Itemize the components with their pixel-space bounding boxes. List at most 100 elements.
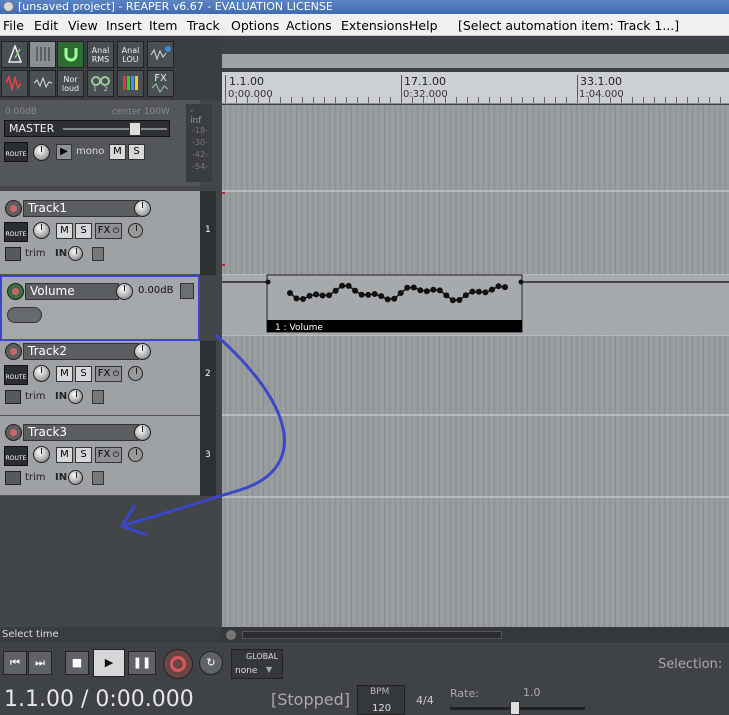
time-signature[interactable]: 4/4 <box>416 694 434 707</box>
scroll-thumb[interactable] <box>242 631 502 639</box>
track1-input-dropdown[interactable] <box>68 246 83 261</box>
master-name: MASTER <box>9 122 55 135</box>
waveform-icon[interactable] <box>29 70 56 97</box>
menu-track[interactable]: Track <box>187 18 220 33</box>
scroll-left-icon[interactable] <box>226 630 236 640</box>
track3-route-button[interactable]: ROUTE <box>4 446 28 466</box>
master-volume-slider[interactable] <box>63 128 167 130</box>
menu-help[interactable]: Help <box>409 18 438 33</box>
track3-record-arm-button[interactable] <box>5 424 22 441</box>
track3-name-field[interactable]: Track3 <box>23 424 139 441</box>
track1-volume-knob[interactable] <box>134 200 151 217</box>
track3-env-gear-icon[interactable] <box>128 447 143 462</box>
go-to-start-icon[interactable]: ⏮ <box>3 651 27 675</box>
track2-record-arm-button[interactable] <box>5 343 22 360</box>
metronome-icon[interactable] <box>1 41 28 68</box>
anal-rms-button[interactable]: Anal RMS <box>87 41 114 68</box>
snap-magnet-icon[interactable] <box>57 41 84 68</box>
track1-pan-knob[interactable] <box>33 222 50 239</box>
track1-fx-label: FX <box>97 225 111 236</box>
stop-button[interactable]: ■ <box>65 651 89 675</box>
track3-solo-button[interactable]: S <box>75 447 92 463</box>
track1-panel[interactable]: Track1 ROUTE M S FX ⏻ trim IN <box>0 191 200 275</box>
time-ruler[interactable]: 1.1.00 0:00.000 17.1.00 0:32.000 33.1.00… <box>222 54 729 104</box>
rate-label: Rate: <box>450 687 479 700</box>
master-name-box[interactable]: MASTER <box>4 120 170 137</box>
track2-fx-button[interactable]: FX ⏻ <box>95 366 122 382</box>
automation-mode-box[interactable]: GLOBAL none ▼ <box>231 649 283 679</box>
envelope-settings-icon[interactable] <box>7 307 42 323</box>
menu-options[interactable]: Options <box>231 18 279 33</box>
track3-input-dropdown[interactable] <box>68 470 83 485</box>
track3-volume-knob[interactable] <box>134 424 151 441</box>
horizontal-scrollbar[interactable] <box>222 627 729 643</box>
master-play-icon[interactable]: ▶ <box>56 144 72 160</box>
menu-item[interactable]: Item <box>149 18 177 33</box>
repeat-icon[interactable]: ↻ <box>199 651 223 675</box>
envelope-value-knob[interactable] <box>116 283 133 300</box>
track2-input-dropdown[interactable] <box>68 389 83 404</box>
track3-phase-icon[interactable] <box>92 471 104 485</box>
play-button[interactable]: ▶ <box>93 649 125 677</box>
envelope-point <box>456 296 463 303</box>
track2-solo-button[interactable]: S <box>75 366 92 382</box>
normalize-loudness-button[interactable]: Nor loud <box>57 70 84 97</box>
record-waveform-icon[interactable] <box>1 70 28 97</box>
menu-view[interactable]: View <box>68 18 98 33</box>
color-bars-icon[interactable] <box>117 70 144 97</box>
arrange-view[interactable]: 1 : Volume <box>222 105 729 627</box>
track1-phase-icon[interactable] <box>92 247 104 261</box>
rate-slider-thumb[interactable] <box>510 701 520 715</box>
track1-mute-button[interactable]: M <box>56 223 73 239</box>
track1-record-arm-button[interactable] <box>5 200 22 217</box>
menu-file[interactable]: File <box>3 18 24 33</box>
track2-name-field[interactable]: Track2 <box>23 343 139 360</box>
track2-trim-icon[interactable] <box>5 390 21 404</box>
vertical-zoom-bar[interactable] <box>222 54 729 68</box>
track3-panel[interactable]: Track3 ROUTE M S FX ⏻ trim IN <box>0 416 200 496</box>
track2-volume-knob[interactable] <box>134 343 151 360</box>
track2-pan-knob[interactable] <box>33 365 50 382</box>
envelope-name-field[interactable]: Volume <box>25 283 119 300</box>
master-track-panel[interactable]: 0.00dB center 100W MASTER ROUTE ▶ mono M… <box>0 100 212 186</box>
envelope-arm-button[interactable] <box>7 283 24 300</box>
track2-phase-icon[interactable] <box>92 390 104 404</box>
menu-extensions[interactable]: Extensions <box>341 18 409 33</box>
track1-name-field[interactable]: Track1 <box>23 200 139 217</box>
menu-insert[interactable]: Insert <box>106 18 142 33</box>
waveform-info-icon[interactable] <box>147 41 174 68</box>
record-button[interactable] <box>163 649 193 679</box>
track3-mute-button[interactable]: M <box>56 447 73 463</box>
master-volume-slider-thumb[interactable] <box>129 122 141 136</box>
track2-env-gear-icon[interactable] <box>128 366 143 381</box>
anal-lou-button[interactable]: Anal LOU <box>117 41 144 68</box>
track1-trim-icon[interactable] <box>5 247 21 261</box>
master-route-button[interactable]: ROUTE <box>4 142 28 162</box>
track1-env-gear-icon[interactable] <box>128 223 143 238</box>
track2-mute-button[interactable]: M <box>56 366 73 382</box>
fx-chain-button[interactable]: FX <box>147 70 174 97</box>
track1-solo-button[interactable]: S <box>75 223 92 239</box>
bpm-box[interactable]: BPM 120 <box>357 685 405 715</box>
track1-fx-button[interactable]: FX ⏻ <box>95 223 122 239</box>
menu-actions[interactable]: Actions <box>286 18 332 33</box>
track2-route-button[interactable]: ROUTE <box>4 365 28 385</box>
volume-envelope-panel[interactable]: Volume 0.00dB <box>0 275 200 341</box>
window-title: [unsaved project] - REAPER v6.67 - EVALU… <box>18 0 333 13</box>
track3-pan-knob[interactable] <box>33 446 50 463</box>
master-mute-button[interactable]: M <box>109 144 126 160</box>
pause-button[interactable]: ❚❚ <box>128 651 156 675</box>
track2-panel[interactable]: Track2 ROUTE M S FX ⏻ trim IN <box>0 341 200 416</box>
go-to-end-icon[interactable]: ⏭ <box>28 651 52 675</box>
loop-icon[interactable]: 12 <box>87 70 114 97</box>
master-pan-knob[interactable] <box>33 144 50 161</box>
track3-trim-icon[interactable] <box>5 471 21 485</box>
grid-icon[interactable] <box>29 41 56 68</box>
track3-fx-button[interactable]: FX ⏻ <box>95 447 122 463</box>
envelope-bypass-icon[interactable] <box>180 283 194 299</box>
ruler-minor-tick <box>577 97 578 103</box>
menu-edit[interactable]: Edit <box>34 18 58 33</box>
master-solo-button[interactable]: S <box>128 144 145 160</box>
bpm-value: 120 <box>372 703 392 714</box>
track1-route-button[interactable]: ROUTE <box>4 222 28 242</box>
